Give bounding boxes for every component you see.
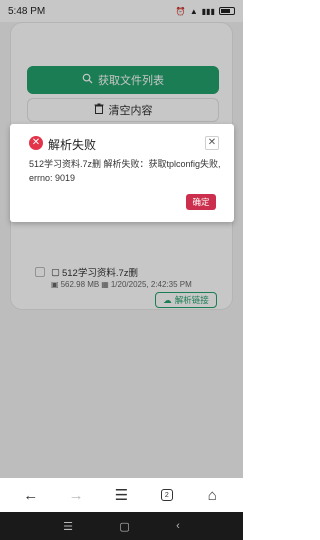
error-dialog: ✕ 解析失败 ✕ 512学习资料.7z删 解析失败：获取tplconfig失败,…	[10, 124, 234, 222]
dialog-message: 512学习资料.7z删 解析失败：获取tplconfig失败, errno: 9…	[29, 159, 221, 183]
menu-button[interactable]: ☰	[108, 482, 134, 508]
home-icon: ⌂	[207, 486, 217, 504]
back-button[interactable]: ←	[18, 482, 44, 508]
close-icon[interactable]: ✕	[205, 136, 219, 150]
dialog-title: 解析失败	[48, 138, 97, 152]
recents-icon[interactable]: ☰	[63, 520, 73, 533]
home-button[interactable]: ⌂	[199, 482, 225, 508]
tab-count: 2	[160, 489, 173, 501]
system-nav-bar: ☰ ▢ ‹	[0, 512, 243, 540]
error-icon: ✕	[29, 136, 43, 150]
modal-overlay[interactable]	[0, 0, 243, 478]
tabs-button[interactable]: 2	[154, 482, 180, 508]
menu-icon: ☰	[114, 487, 129, 504]
arrow-right-icon: →	[68, 486, 84, 504]
forward-button[interactable]: →	[63, 482, 89, 508]
home-nav-icon[interactable]: ▢	[119, 520, 129, 533]
back-nav-icon[interactable]: ‹	[176, 520, 180, 532]
ok-button[interactable]: 确定	[186, 194, 216, 210]
browser-toolbar: ← → ☰ 2 ⌂	[0, 478, 243, 512]
arrow-left-icon: ←	[23, 486, 39, 504]
